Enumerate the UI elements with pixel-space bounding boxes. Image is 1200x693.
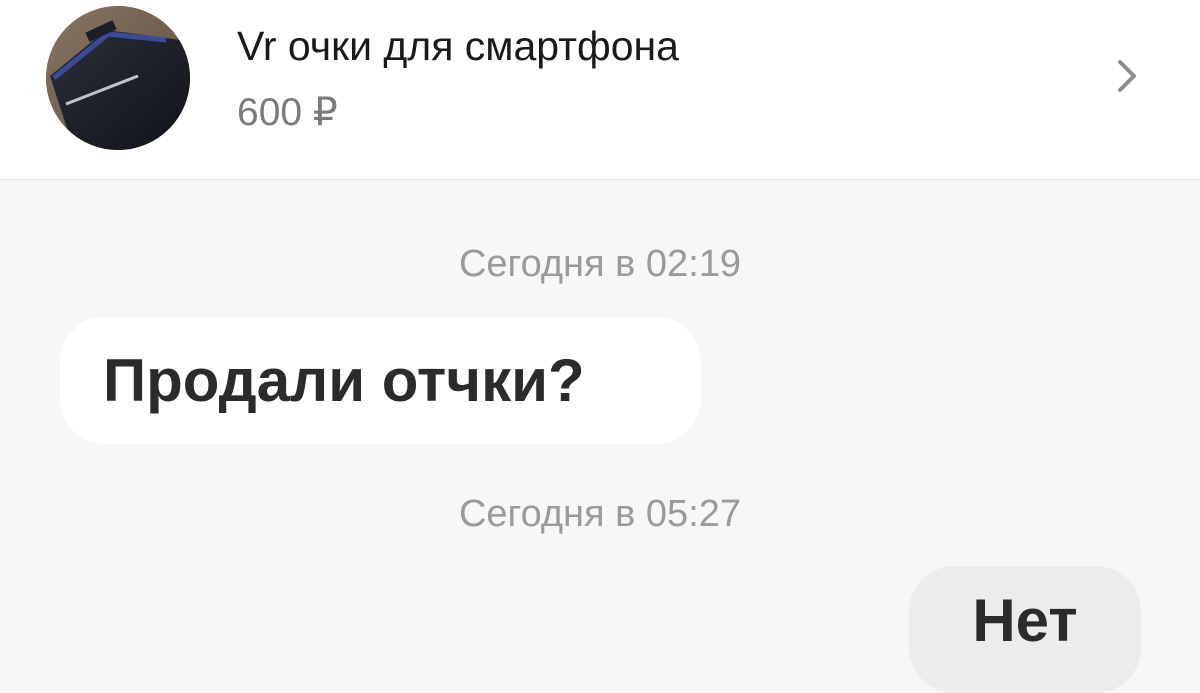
vr-headset-photo-icon — [46, 6, 190, 150]
product-price: 600 ₽ — [237, 91, 338, 134]
message-text: Нет — [972, 587, 1078, 654]
product-title: Vr очки для смартфона — [237, 23, 679, 69]
outgoing-message-bubble[interactable]: Нет — [909, 566, 1141, 693]
incoming-message-bubble[interactable]: Продали отчки? — [60, 317, 701, 444]
message-timestamp: Сегодня в 02:19 — [458, 243, 742, 285]
chevron-right-icon[interactable] — [1108, 56, 1148, 96]
message-text: Продали отчки? — [103, 347, 585, 414]
item-header[interactable]: Vr очки для смартфона 600 ₽ — [0, 0, 1200, 179]
message-timestamp: Сегодня в 05:27 — [458, 493, 742, 535]
product-thumbnail — [46, 6, 190, 150]
